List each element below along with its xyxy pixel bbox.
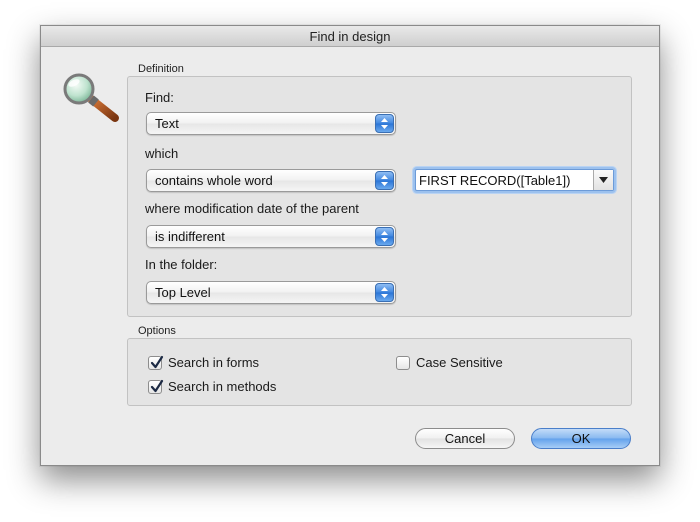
magnifying-glass-icon bbox=[61, 72, 123, 124]
options-groupbox bbox=[127, 338, 632, 406]
folder-popup[interactable]: Top Level bbox=[146, 281, 396, 304]
popup-arrows-icon bbox=[375, 227, 394, 246]
folder-label: In the folder: bbox=[145, 257, 218, 272]
case-sensitive-checkbox[interactable]: Case Sensitive bbox=[396, 355, 536, 371]
search-text-combo[interactable]: FIRST RECORD([Table1]) bbox=[415, 169, 614, 191]
find-label: Find: bbox=[145, 90, 174, 105]
case-sensitive-label: Case Sensitive bbox=[416, 355, 503, 370]
cancel-button[interactable]: Cancel bbox=[415, 428, 515, 449]
which-condition-value: contains whole word bbox=[155, 173, 273, 188]
search-in-methods-checkbox[interactable]: Search in methods bbox=[148, 379, 318, 395]
find-type-value: Text bbox=[155, 116, 179, 131]
search-in-forms-label: Search in forms bbox=[168, 355, 260, 370]
checkbox-box[interactable] bbox=[396, 356, 410, 370]
definition-group-label: Definition bbox=[138, 63, 184, 75]
modification-date-value: is indifferent bbox=[155, 229, 225, 244]
ok-button[interactable]: OK bbox=[531, 428, 631, 449]
search-in-methods-label: Search in methods bbox=[168, 379, 277, 394]
checkbox-box[interactable] bbox=[148, 355, 164, 370]
find-in-design-dialog: Find in design Definition Find: Text whi… bbox=[40, 25, 660, 466]
which-condition-popup[interactable]: contains whole word bbox=[146, 169, 396, 192]
popup-arrows-icon bbox=[375, 283, 394, 302]
search-text-value: FIRST RECORD([Table1]) bbox=[419, 173, 571, 188]
find-type-popup[interactable]: Text bbox=[146, 112, 396, 135]
combo-dropdown-button[interactable] bbox=[593, 170, 613, 190]
popup-arrows-icon bbox=[375, 171, 394, 190]
folder-value: Top Level bbox=[155, 285, 211, 300]
modification-date-label: where modification date of the parent bbox=[145, 201, 359, 216]
search-in-forms-checkbox[interactable]: Search in forms bbox=[148, 355, 308, 371]
popup-arrows-icon bbox=[375, 114, 394, 133]
which-label: which bbox=[145, 146, 179, 161]
options-group-label: Options bbox=[138, 325, 176, 337]
modification-date-popup[interactable]: is indifferent bbox=[146, 225, 396, 248]
checkbox-box[interactable] bbox=[148, 379, 164, 394]
window-title: Find in design bbox=[41, 26, 659, 47]
